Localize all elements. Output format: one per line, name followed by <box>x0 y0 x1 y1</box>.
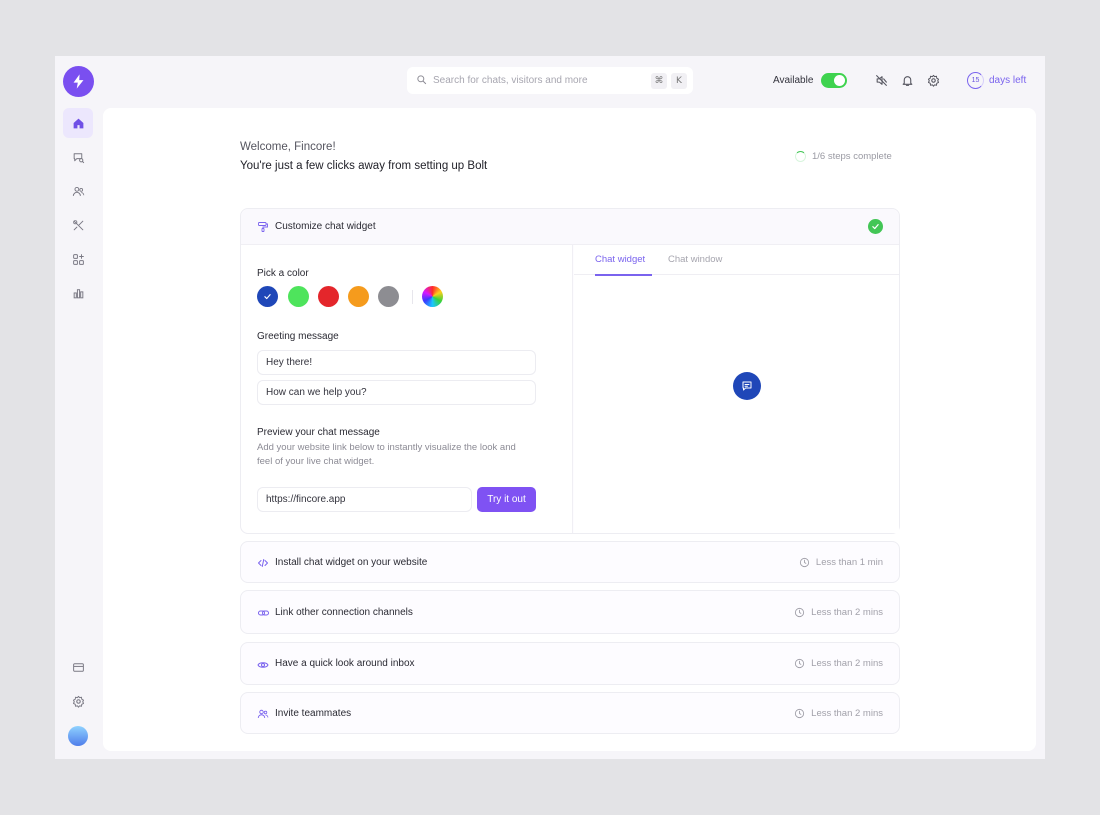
step-time-label: Less than 2 mins <box>811 658 883 669</box>
check-icon <box>264 294 271 300</box>
eye-icon <box>257 658 269 676</box>
customize-widget-title: Customize chat widget <box>275 221 376 232</box>
custom-color-picker[interactable] <box>422 286 443 307</box>
completed-check-icon <box>868 219 883 234</box>
website-url-input[interactable] <box>257 487 472 512</box>
chat-bubble-icon <box>742 381 752 391</box>
availability-label: Available <box>773 75 814 86</box>
color-swatch-blue[interactable] <box>257 286 278 307</box>
apps-add-icon <box>72 253 84 265</box>
step-time-label: Less than 2 mins <box>811 708 883 719</box>
chat-search-icon <box>73 152 84 163</box>
step-time-estimate: Less than 2 mins <box>794 658 883 669</box>
sidebar-item-settings[interactable] <box>63 686 93 716</box>
step-card-invite-teammates[interactable]: Invite teammates Less than 2 mins <box>240 692 900 734</box>
tools-icon <box>72 219 83 230</box>
search-icon <box>416 72 427 90</box>
preview-help-text: Add your website link below to instantly… <box>257 442 516 467</box>
customize-widget-header[interactable]: Customize chat widget <box>241 209 899 245</box>
sidebar-item-automation[interactable] <box>63 210 93 240</box>
bolt-logo[interactable] <box>63 66 94 97</box>
step-title: Link other connection channels <box>275 607 413 618</box>
chat-launcher-button[interactable] <box>733 372 761 400</box>
main-content: Welcome, Fincore! You're just a few clic… <box>103 108 1036 751</box>
customize-widget-card: Customize chat widget Pick a color Greet… <box>240 208 900 534</box>
greeting-line1-input[interactable] <box>257 350 536 375</box>
step-time-estimate: Less than 2 mins <box>794 607 883 618</box>
home-icon <box>73 118 83 128</box>
clock-icon <box>795 708 805 719</box>
trial-days-ring: 15 <box>967 72 984 89</box>
link-icon <box>257 606 270 624</box>
trial-days-count: 15 <box>971 77 980 84</box>
app-window: ⌘ K Available 15 days left Welc <box>55 56 1045 759</box>
color-swatch-green[interactable] <box>288 286 309 307</box>
step-title: Install chat widget on your website <box>275 557 428 568</box>
tab-chat-widget[interactable]: Chat widget <box>595 254 645 265</box>
preview-label: Preview your chat message <box>257 427 380 438</box>
tab-chat-window[interactable]: Chat window <box>668 254 722 265</box>
progress-ring-icon <box>795 151 806 162</box>
steps-progress-label: 1/6 steps complete <box>812 151 892 162</box>
sidebar-item-reports[interactable] <box>63 278 93 308</box>
users-icon <box>257 707 269 725</box>
greeting-label: Greeting message <box>257 331 339 342</box>
widget-preview-pane: Chat widget Chat window <box>574 245 899 533</box>
gear-icon[interactable] <box>926 73 940 87</box>
gear-icon <box>72 695 84 708</box>
step-time-estimate: Less than 2 mins <box>794 708 883 719</box>
step-time-estimate: Less than 1 min <box>799 557 883 568</box>
sidebar-item-apps[interactable] <box>63 244 93 274</box>
swatch-divider <box>412 290 413 304</box>
step-title: Invite teammates <box>275 708 352 719</box>
welcome-heading: Welcome, Fincore! <box>240 141 336 153</box>
bar-chart-icon <box>73 288 83 298</box>
sidebar-item-billing[interactable] <box>63 652 93 682</box>
shortcut-command-key: ⌘ <box>651 72 667 89</box>
step-time-label: Less than 1 min <box>815 557 883 568</box>
sidebar-item-search-chats[interactable] <box>63 142 93 172</box>
try-it-out-button[interactable]: Try it out <box>477 487 536 512</box>
step-card-install-widget[interactable]: Install chat widget on your website Less… <box>240 541 900 583</box>
users-icon <box>72 186 84 196</box>
color-swatch-orange[interactable] <box>348 286 369 307</box>
widget-settings-pane: Pick a color Greeting message Preview yo… <box>241 245 573 533</box>
availability-toggle[interactable] <box>821 73 847 88</box>
sidebar-item-contacts[interactable] <box>63 176 93 206</box>
clock-icon <box>795 607 805 618</box>
greeting-line2-input[interactable] <box>257 380 536 405</box>
code-icon <box>257 556 269 574</box>
step-card-inbox-tour[interactable]: Have a quick look around inbox Less than… <box>240 642 900 685</box>
steps-progress: 1/6 steps complete <box>795 151 892 162</box>
setup-subtitle: You're just a few clicks away from setti… <box>240 160 488 172</box>
preview-tabs: Chat widget Chat window <box>574 245 899 276</box>
step-card-link-channels[interactable]: Link other connection channels Less than… <box>240 590 900 634</box>
toggle-knob <box>834 75 845 86</box>
clock-icon <box>795 658 805 669</box>
sidebar-item-home[interactable] <box>63 108 93 138</box>
global-search[interactable]: ⌘ K <box>407 67 693 94</box>
clock-icon <box>799 557 810 568</box>
step-time-label: Less than 2 mins <box>811 607 883 618</box>
step-title: Have a quick look around inbox <box>275 658 415 669</box>
pick-color-label: Pick a color <box>257 268 309 279</box>
widget-preview-area <box>574 276 899 533</box>
shortcut-k-key: K <box>671 72 687 89</box>
color-swatch-red[interactable] <box>318 286 339 307</box>
paint-roller-icon <box>257 220 269 238</box>
card-icon <box>72 662 84 672</box>
user-avatar[interactable] <box>68 726 88 746</box>
trial-indicator[interactable]: 15 days left <box>967 72 1026 89</box>
color-swatch-gray[interactable] <box>378 286 399 307</box>
trial-days-label: days left <box>989 75 1027 86</box>
bell-icon[interactable] <box>900 73 914 87</box>
search-input[interactable] <box>433 70 651 91</box>
lightning-icon <box>73 74 84 89</box>
sound-muted-icon[interactable] <box>874 73 888 87</box>
